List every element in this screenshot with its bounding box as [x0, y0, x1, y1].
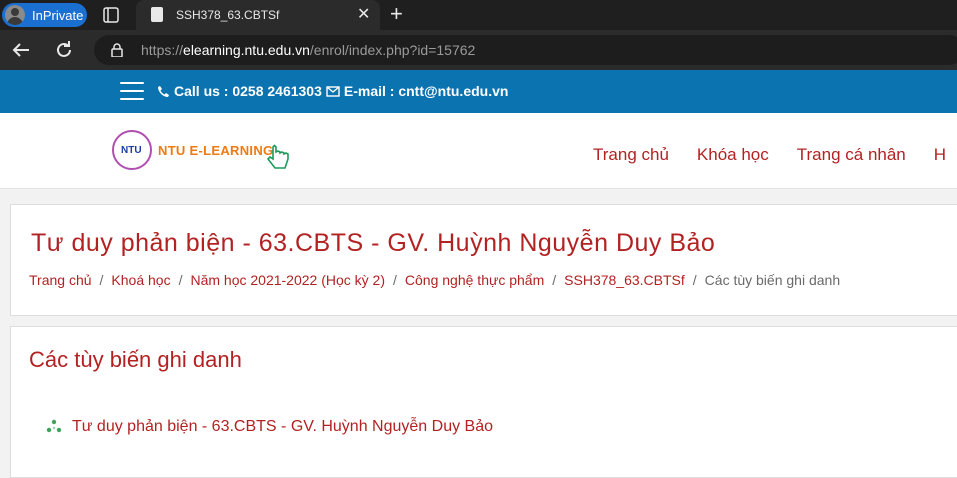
hamburger-menu-icon[interactable] — [120, 82, 144, 100]
breadcrumb-separator: / — [99, 272, 104, 288]
nav-more[interactable]: H — [934, 145, 946, 165]
profile-avatar-icon — [5, 5, 25, 25]
page-favicon-icon — [151, 7, 163, 22]
breadcrumb-separator: / — [552, 272, 557, 288]
site-header: NTU NTU E-LEARNING Trang chủ Khóa học Tr… — [0, 113, 957, 189]
nav-courses[interactable]: Khóa học — [697, 145, 769, 165]
contact-info: Call us : 0258 2461303 E-mail : cntt@ntu… — [157, 83, 508, 99]
breadcrumb-separator: / — [692, 272, 697, 288]
phone-text: Call us : 0258 2461303 — [174, 83, 322, 99]
url-field[interactable]: https://elearning.ntu.edu.vn/enrol/index… — [94, 35, 957, 65]
reload-icon[interactable] — [53, 39, 75, 61]
page-header-card: Tư duy phản biện - 63.CBTS - GV. Huỳnh N… — [10, 204, 957, 316]
browser-tab[interactable]: SSH378_63.CBTSf ✕ — [136, 0, 380, 30]
enrolment-options-card: Các tùy biến ghi danh Tư duy phản biện -… — [10, 326, 957, 478]
ntu-logo-icon[interactable]: NTU — [112, 130, 152, 170]
breadcrumb-current: Các tùy biến ghi danh — [704, 272, 841, 288]
course-icon — [46, 419, 62, 433]
page-title: Tư duy phản biện - 63.CBTS - GV. Huỳnh N… — [31, 229, 716, 257]
course-link[interactable]: Tư duy phản biện - 63.CBTS - GV. Huỳnh N… — [46, 418, 493, 436]
breadcrumb-home[interactable]: Trang chủ — [29, 272, 92, 288]
address-bar-row: https://elearning.ntu.edu.vn/enrol/index… — [0, 30, 957, 70]
inprivate-label: InPrivate — [32, 7, 84, 23]
main-nav: Trang chủ Khóa học Trang cá nhân H — [593, 145, 957, 165]
lock-icon[interactable] — [110, 43, 124, 57]
breadcrumb: Trang chủ / Khoá học / Năm học 2021-2022 (Họ… — [29, 272, 840, 288]
tab-actions-icon[interactable] — [102, 6, 120, 24]
new-tab-button[interactable]: + — [390, 3, 403, 25]
pointer-hand-icon — [266, 144, 289, 169]
breadcrumb-separator: / — [178, 272, 183, 288]
breadcrumb-separator: / — [393, 272, 397, 288]
section-title: Các tùy biến ghi danh — [29, 347, 242, 372]
url-path: /enrol/index.php?id=15762 — [309, 42, 476, 58]
breadcrumb-courses[interactable]: Khoá học — [111, 272, 170, 288]
nav-profile[interactable]: Trang cá nhân — [797, 145, 906, 165]
email-icon — [326, 85, 340, 97]
breadcrumb-category[interactable]: Công nghệ thực phẩm — [405, 272, 544, 288]
logo-mark: NTU — [121, 145, 142, 156]
back-arrow-icon[interactable] — [10, 39, 32, 61]
email-text: E-mail : cntt@ntu.edu.vn — [343, 83, 509, 99]
nav-home[interactable]: Trang chủ — [593, 145, 669, 165]
browser-tab-bar: InPrivate SSH378_63.CBTSf ✕ + — [0, 0, 957, 30]
course-link-text: Tư duy phản biện - 63.CBTS - GV. Huỳnh N… — [72, 418, 494, 435]
breadcrumb-year[interactable]: Năm học 2021-2022 (Học kỳ 2) — [190, 272, 385, 288]
url-prefix: https:// — [141, 42, 184, 58]
logo-text[interactable]: NTU E-LEARNING — [158, 143, 273, 158]
url-host: elearning.ntu.edu.vn — [183, 42, 310, 58]
breadcrumb-course[interactable]: SSH378_63.CBTSf — [564, 272, 685, 288]
url-text: https://elearning.ntu.edu.vn/enrol/index… — [141, 42, 475, 58]
close-tab-icon[interactable]: ✕ — [357, 7, 370, 23]
tab-title: SSH378_63.CBTSf — [176, 8, 280, 22]
phone-icon — [158, 85, 169, 97]
site-top-bar: Call us : 0258 2461303 E-mail : cntt@ntu… — [0, 70, 957, 113]
inprivate-badge[interactable]: InPrivate — [2, 3, 87, 27]
